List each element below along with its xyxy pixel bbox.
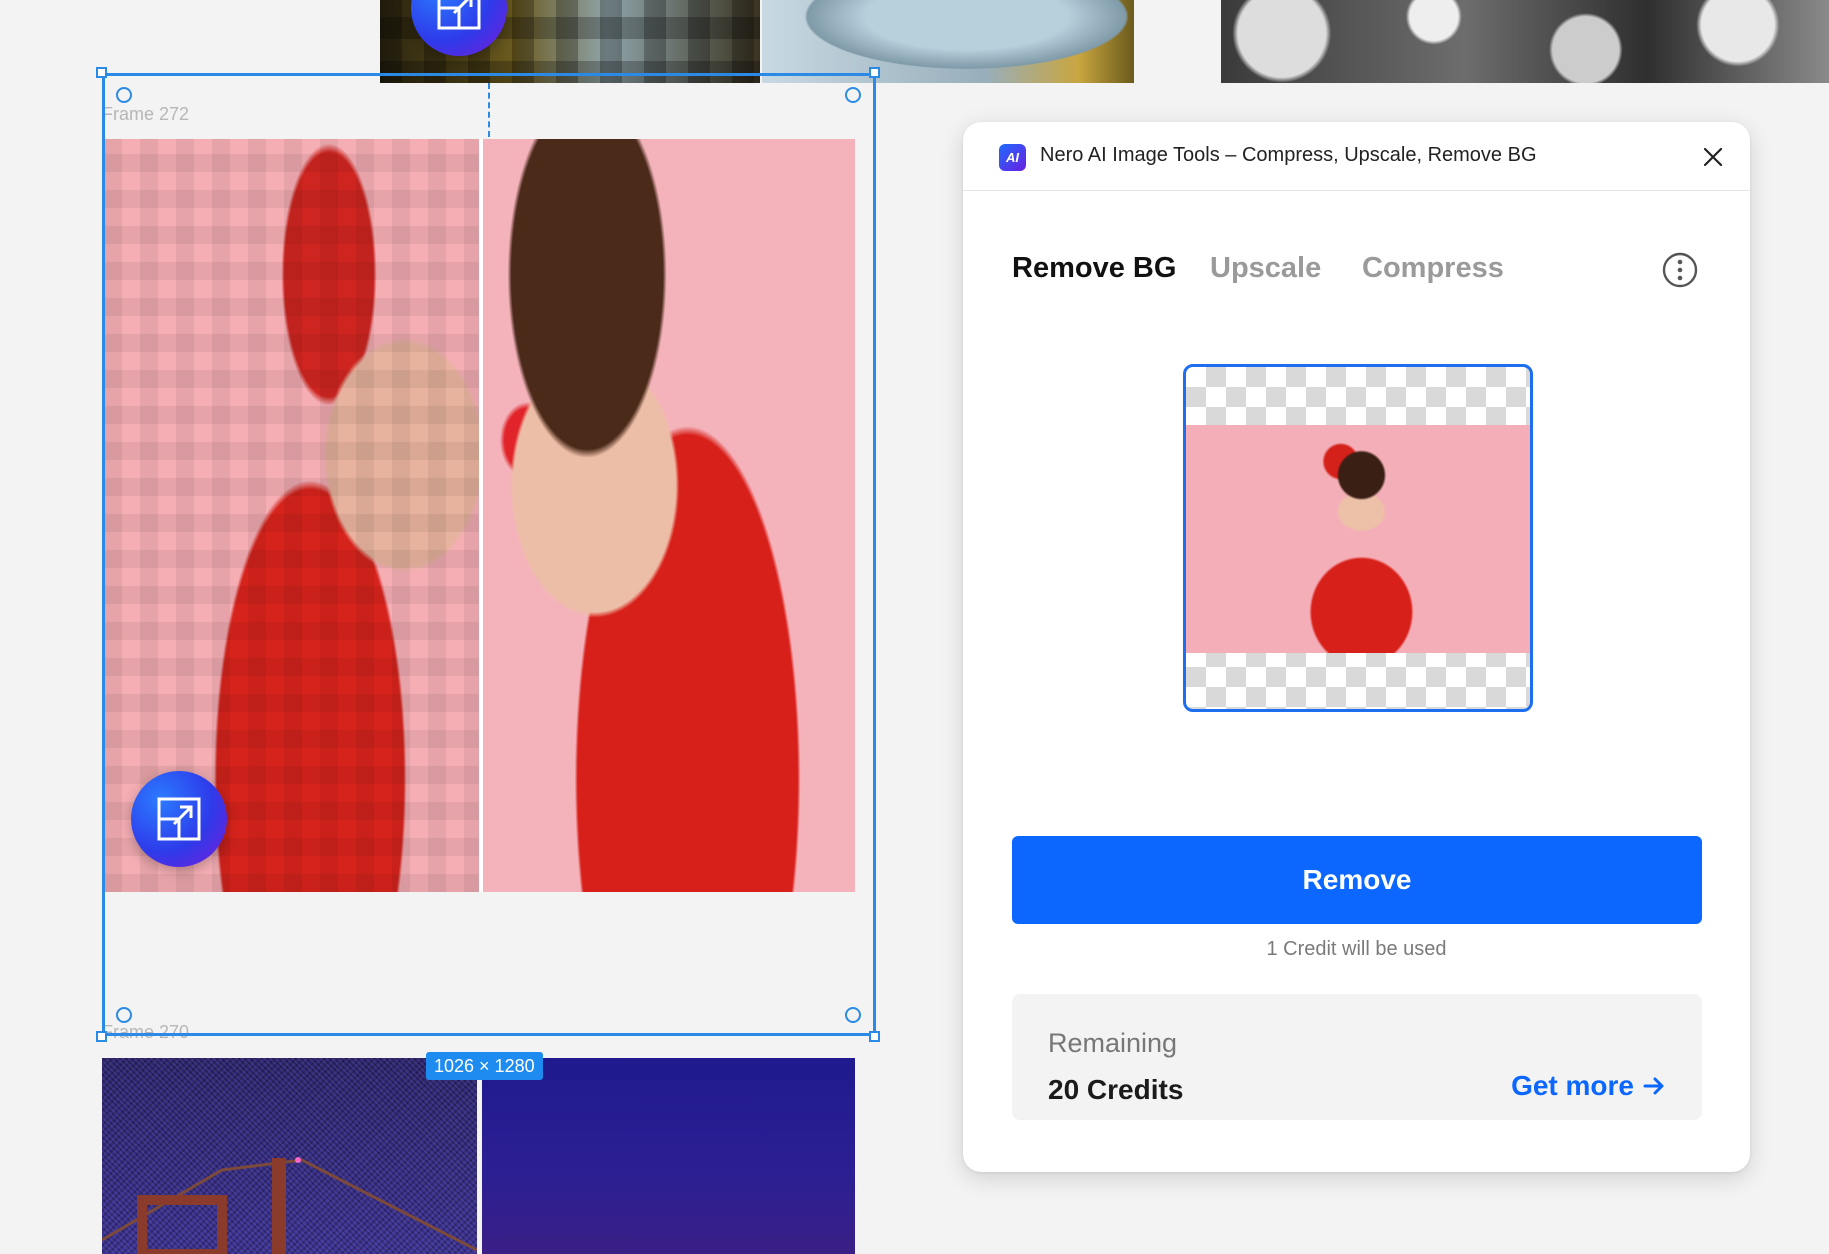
- nero-ai-logo-icon: AI: [999, 144, 1026, 171]
- remaining-credits-card: Remaining 20 Credits Get more: [1012, 994, 1702, 1120]
- dimension-badge: 1026 × 1280: [426, 1052, 543, 1080]
- canvas-image-bottom-right: [482, 1058, 855, 1254]
- tab-remove-bg[interactable]: Remove BG: [1012, 252, 1176, 285]
- preview-photo: [1186, 425, 1530, 653]
- get-more-label: Get more: [1511, 1070, 1634, 1101]
- remaining-label: Remaining: [1048, 1028, 1178, 1058]
- panel-header: AI Nero AI Image Tools – Compress, Upsca…: [963, 122, 1750, 191]
- open-external-icon: [437, 0, 481, 30]
- rotate-handle-bottom-right[interactable]: [845, 1007, 861, 1023]
- rotate-handle-top-left[interactable]: [116, 87, 132, 103]
- resize-handle-top-right[interactable]: [869, 67, 880, 78]
- image-preview: [1183, 364, 1533, 712]
- remove-button[interactable]: Remove: [1012, 836, 1702, 924]
- rotate-handle-top-right[interactable]: [845, 87, 861, 103]
- center-guide-line: [488, 83, 490, 137]
- canvas-image-top-right: [1221, 0, 1829, 83]
- info-button[interactable]: [1662, 252, 1698, 288]
- rotate-handle-bottom-left[interactable]: [116, 1007, 132, 1023]
- close-icon: [1703, 147, 1723, 167]
- bridge-illustration: [102, 1157, 477, 1254]
- get-more-link[interactable]: Get more: [1511, 1070, 1666, 1102]
- resize-handle-top-left[interactable]: [96, 67, 107, 78]
- resize-handle-bottom-left[interactable]: [96, 1031, 107, 1042]
- credit-usage-note: 1 Credit will be used: [1266, 938, 1447, 960]
- canvas-image-top-middle: [762, 0, 1134, 83]
- more-info-icon: [1662, 252, 1698, 288]
- remaining-credits-value: 20 Credits: [1048, 1074, 1184, 1105]
- tab-compress[interactable]: Compress: [1362, 252, 1504, 285]
- nero-ai-panel: AI Nero AI Image Tools – Compress, Upsca…: [963, 122, 1750, 1172]
- arrow-right-icon: [1643, 1077, 1664, 1095]
- selection-box[interactable]: [102, 73, 876, 1036]
- close-button[interactable]: [1700, 144, 1726, 170]
- panel-title: Nero AI Image Tools – Compress, Upscale,…: [1040, 144, 1537, 166]
- resize-handle-bottom-right[interactable]: [869, 1031, 880, 1042]
- tab-upscale[interactable]: Upscale: [1210, 252, 1321, 285]
